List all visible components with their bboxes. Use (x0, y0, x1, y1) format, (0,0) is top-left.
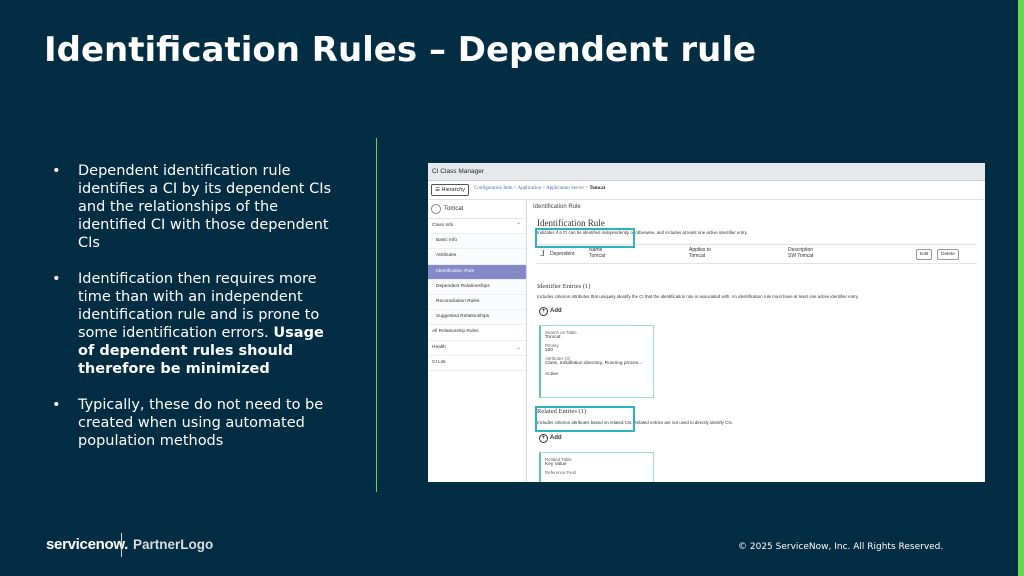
sidebar-item-label: All Relationship Rules (432, 329, 479, 335)
add-label: Add (550, 308, 562, 314)
bullet-item: • Typically, these do not need to be cre… (52, 396, 342, 450)
sidebar-item[interactable]: Suggested Relationships (428, 310, 526, 326)
sidebar-item[interactable]: Basic Info (428, 234, 526, 250)
sidebar-item[interactable]: All Relationship Rules (428, 325, 526, 341)
window-title: CI Class Manager (428, 163, 985, 181)
sidebar-item[interactable]: CI List (428, 356, 526, 371)
priority-value: 100 (545, 348, 554, 353)
chevron-up-icon[interactable]: ⌃ (516, 219, 521, 233)
highlight-box (535, 406, 635, 432)
accent-bar (1018, 0, 1024, 576)
rule-type: Dependent (550, 251, 575, 257)
breadcrumb-item[interactable]: Configuration Item (474, 186, 512, 191)
divider-line (376, 138, 377, 492)
related-entry-card[interactable]: Related Table Key Value Reference Field (539, 452, 654, 482)
applies-column: Applies to Tomcat (689, 247, 711, 259)
sidebar-item[interactable]: Dependent Relationships (428, 279, 526, 295)
sidebar-item-label: Suggested Relationships (436, 314, 490, 320)
copyright: © 2025 ServiceNow, Inc. All Rights Reser… (738, 542, 944, 552)
name-value: Tomcat (589, 253, 606, 259)
bullet-item: • Dependent identification rule identifi… (52, 162, 342, 252)
sidebar-item[interactable]: Reconciliation Rules (428, 294, 526, 311)
plus-icon: + (539, 307, 548, 316)
bullet-marker: • (52, 163, 61, 179)
reference-field-label: Reference Field (545, 470, 576, 475)
sidebar-item-label: Health (432, 344, 446, 350)
hierarchy-button-label: Hierarchy (441, 187, 466, 193)
hierarchy-button[interactable]: ☰ Hierarchy (431, 184, 470, 196)
sidebar-item-label: CI List (432, 359, 446, 365)
related-table-value: Key Value (545, 462, 567, 467)
panel-header: Identification Rule (533, 204, 581, 210)
hierarchy-icon: ☰ (435, 187, 440, 193)
ci-class-manager-screenshot: CI Class Manager ☰ Hierarchy Configurati… (428, 163, 985, 482)
main-panel: Identification Rule Identification Rule … (528, 200, 985, 482)
bullet-item: • Identification then requires more time… (52, 270, 342, 378)
breadcrumb: Configuration Item > Application > Appli… (474, 186, 606, 191)
bullet-marker: • (52, 271, 61, 287)
sidebar-item-label: Dependent Relationships (436, 283, 490, 289)
logo-separator (121, 533, 122, 557)
description-column: Description SW Tomcat (788, 247, 813, 259)
bullet-text: Dependent identification rule identifies… (78, 163, 332, 251)
identifier-entries-desc: Includes criterion attributes that uniqu… (537, 294, 859, 299)
status-value: Active (545, 372, 559, 377)
ci-class-icon (431, 204, 441, 214)
sidebar-item-label: Attributes (436, 253, 457, 259)
rule-title: Identification Rule (537, 218, 605, 228)
ci-name: Tomcat (444, 206, 464, 212)
edit-button[interactable]: Edit (916, 249, 933, 260)
search-table-value: Tomcat (545, 335, 561, 340)
slide-title: Identification Rules – Dependent rule (44, 30, 757, 70)
delete-button[interactable]: Delete (937, 249, 959, 260)
breadcrumb-item[interactable]: Application (518, 186, 542, 191)
partner-logo: PartnerLogo (133, 537, 214, 552)
sidebar-item[interactable]: Class Info ⌃ (428, 219, 526, 235)
breadcrumb-current: Tomcat (589, 186, 606, 191)
identifier-entry-card[interactable]: Search on Table Tomcat Priority 100 Attr… (539, 325, 654, 398)
slide: Identification Rules – Dependent rule • … (0, 0, 1024, 576)
servicenow-logo: servicenow. (46, 536, 129, 553)
bullet-marker: • (52, 397, 61, 413)
sidebar-item-label: Reconciliation Rules (436, 298, 480, 304)
add-related-button[interactable]: + Add (539, 434, 562, 443)
description-value: SW Tomcat (788, 253, 814, 259)
highlight-box (535, 228, 635, 248)
breadcrumb-item[interactable]: Application Server (546, 186, 584, 191)
bullet-list: • Dependent identification rule identifi… (52, 162, 342, 468)
sidebar-item[interactable]: Attributes (428, 249, 526, 265)
applies-value: Tomcat (689, 253, 706, 259)
name-column: Name Tomcat (589, 247, 605, 259)
sidebar-item-label: Class Info (432, 223, 454, 228)
plus-icon: + (539, 434, 548, 443)
bullet-text: Typically, these do not need to be creat… (78, 397, 324, 449)
sidebar-item[interactable]: Identification Rule (428, 264, 526, 280)
sidebar-item[interactable]: Health ⌄ (428, 341, 526, 356)
sidebar-item-label: Basic Info (436, 238, 458, 244)
identifier-entries-title: Identifier Entries (1) (537, 283, 591, 290)
add-identifier-button[interactable]: + Add (539, 307, 562, 316)
sidebar: Tomcat Class Info ⌃ Basic Info Attributes Id… (428, 200, 527, 482)
chevron-down-icon[interactable]: ⌄ (516, 341, 521, 355)
breadcrumb-bar: ☰ Hierarchy Configuration Item > Applica… (428, 181, 985, 200)
sidebar-ci-header: Tomcat (428, 200, 526, 219)
dependent-icon: ⅃ (540, 249, 545, 258)
sidebar-item-label: Identification Rule (436, 268, 475, 274)
add-label: Add (550, 435, 562, 441)
attributes-value: Class, Installation directory, Running p… (545, 361, 643, 366)
